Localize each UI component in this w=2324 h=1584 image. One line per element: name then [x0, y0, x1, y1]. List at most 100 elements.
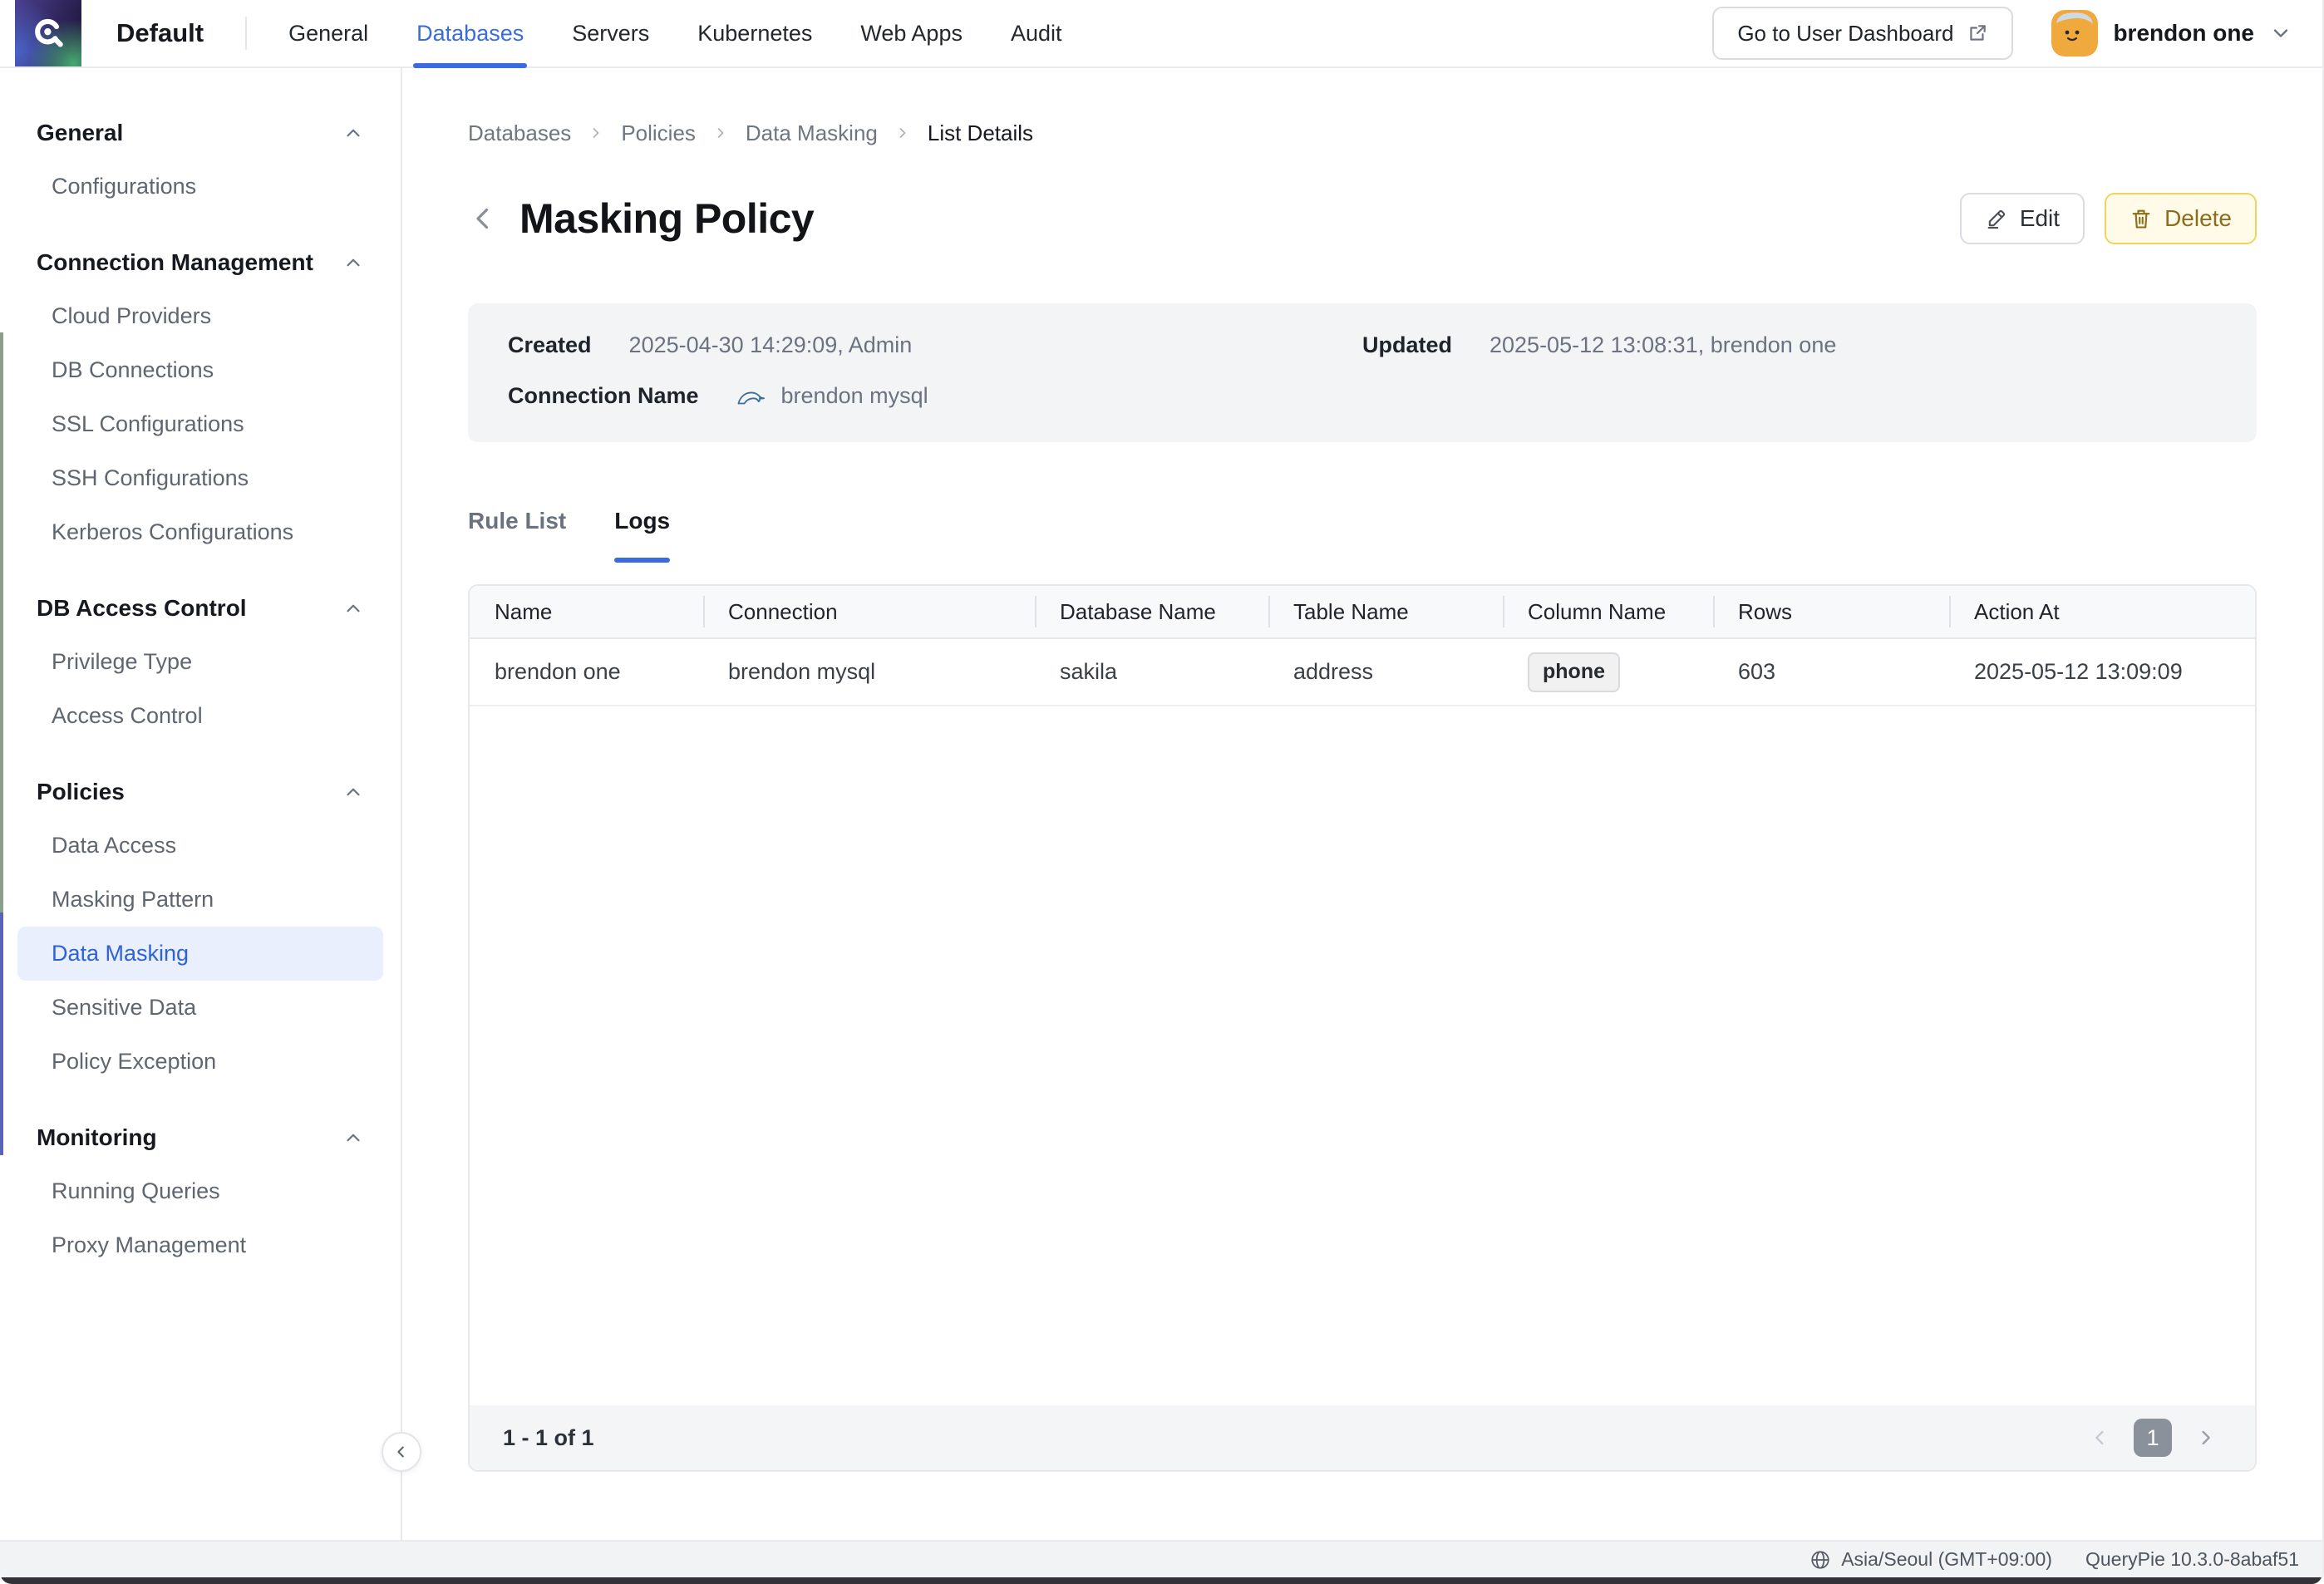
sidebar-item-running-queries[interactable]: Running Queries [0, 1164, 401, 1218]
logs-table-header: Name Connection Database Name Table Name… [470, 586, 2255, 639]
sidebar-item-access-control[interactable]: Access Control [0, 689, 401, 743]
column-header-database-name[interactable]: Database Name [1035, 586, 1268, 637]
pagination-summary: 1 - 1 of 1 [503, 1425, 594, 1451]
sidebar-header-monitoring[interactable]: Monitoring [0, 1110, 401, 1164]
column-header-connection[interactable]: Connection [703, 586, 1035, 637]
cell-name: brendon one [470, 639, 703, 705]
sidebar-item-kerberos-configurations[interactable]: Kerberos Configurations [0, 505, 401, 559]
globe-icon [1809, 1549, 1831, 1571]
pagination-prev-button[interactable] [2084, 1421, 2117, 1454]
page-title: Masking Policy [519, 194, 814, 243]
tab-logs[interactable]: Logs [614, 501, 670, 563]
top-bar: Default General Databases Servers Kubern… [0, 0, 2322, 68]
back-button[interactable] [468, 204, 498, 234]
sidebar-item-cloud-providers[interactable]: Cloud Providers [0, 289, 401, 343]
updated-field: Updated 2025-05-12 13:08:31, brendon one [1362, 332, 2217, 358]
window-bottom-edge [0, 1577, 2322, 1584]
cell-rows: 603 [1713, 639, 1949, 705]
sidebar-item-proxy-management[interactable]: Proxy Management [0, 1218, 401, 1272]
sidebar-collapse-button[interactable] [382, 1432, 421, 1472]
go-to-user-dashboard-button[interactable]: Go to User Dashboard [1712, 7, 2013, 60]
column-header-name[interactable]: Name [470, 586, 703, 637]
chevron-up-icon [342, 598, 364, 619]
sidebar-item-db-connections[interactable]: DB Connections [0, 343, 401, 397]
pager: 1 [2084, 1419, 2222, 1457]
sidebar-header-label: Monitoring [37, 1124, 157, 1151]
top-nav-general[interactable]: General [288, 0, 368, 66]
column-header-table-name[interactable]: Table Name [1268, 586, 1503, 637]
mysql-dolphin-icon [736, 383, 768, 408]
connection-name-value: brendon mysql [736, 383, 928, 409]
sidebar-item-ssh-configurations[interactable]: SSH Configurations [0, 451, 401, 505]
connection-name-label: Connection Name [508, 383, 699, 409]
chevron-right-icon [2194, 1426, 2217, 1449]
content: Databases Policies Data Masking List Det… [402, 68, 2322, 1540]
sidebar-item-privilege-type[interactable]: Privilege Type [0, 635, 401, 689]
version-status: QueryPie 10.3.0-8abaf51 [2085, 1548, 2299, 1571]
top-nav-web-apps[interactable]: Web Apps [860, 0, 963, 66]
sidebar-header-label: Connection Management [37, 249, 313, 276]
sidebar-item-sensitive-data[interactable]: Sensitive Data [0, 981, 401, 1035]
top-nav-servers[interactable]: Servers [572, 0, 649, 66]
topbar-divider [245, 17, 247, 50]
sidebar-item-ssl-configurations[interactable]: SSL Configurations [0, 397, 401, 451]
timezone-text: Asia/Seoul (GMT+09:00) [1841, 1548, 2052, 1571]
sidebar-header-db-access-control[interactable]: DB Access Control [0, 581, 401, 635]
edit-button[interactable]: Edit [1960, 193, 2085, 244]
cell-action-at: 2025-05-12 13:09:09 [1949, 639, 2255, 705]
detail-info-panel: Created 2025-04-30 14:29:09, Admin Updat… [468, 303, 2257, 442]
top-nav: General Databases Servers Kubernetes Web… [288, 0, 1061, 66]
querypie-logo[interactable] [15, 0, 81, 66]
detail-tabs: Rule List Logs [468, 501, 2257, 563]
connection-name-text: brendon mysql [781, 383, 928, 409]
delete-button[interactable]: Delete [2105, 193, 2257, 244]
cell-table-name: address [1268, 639, 1503, 705]
chevron-right-icon [894, 125, 911, 141]
querypie-admin-app: Default General Databases Servers Kubern… [0, 0, 2324, 1584]
breadcrumb-databases[interactable]: Databases [468, 121, 571, 146]
column-header-action-at[interactable]: Action At [1949, 586, 2255, 637]
top-nav-audit[interactable]: Audit [1011, 0, 1062, 66]
external-link-icon [1967, 22, 1988, 44]
table-pagination-bar: 1 - 1 of 1 1 [470, 1405, 2255, 1470]
top-nav-databases[interactable]: Databases [416, 0, 524, 66]
created-field: Created 2025-04-30 14:29:09, Admin [508, 332, 1362, 358]
dashboard-button-label: Go to User Dashboard [1737, 21, 1953, 47]
chevron-up-icon [342, 122, 364, 144]
sidebar-section-connection-management: Connection Management Cloud Providers DB… [0, 235, 401, 559]
sidebar-header-policies[interactable]: Policies [0, 765, 401, 819]
top-nav-kubernetes[interactable]: Kubernetes [697, 0, 812, 66]
column-header-rows[interactable]: Rows [1713, 586, 1949, 637]
breadcrumb-data-masking[interactable]: Data Masking [746, 121, 878, 146]
table-empty-area [470, 706, 2255, 1405]
cell-connection: brendon mysql [703, 639, 1035, 705]
user-name: brendon one [2113, 20, 2254, 47]
chevron-down-icon [2269, 22, 2292, 45]
title-actions: Edit Delete [1960, 193, 2257, 244]
querypie-logo-icon [30, 15, 66, 52]
status-bar: Asia/Seoul (GMT+09:00) QueryPie 10.3.0-8… [0, 1540, 2322, 1577]
tab-rule-list[interactable]: Rule List [468, 501, 566, 563]
column-header-column-name[interactable]: Column Name [1503, 586, 1713, 637]
sidebar-item-masking-pattern[interactable]: Masking Pattern [0, 873, 401, 927]
chevron-up-icon [342, 252, 364, 273]
pagination-page-1[interactable]: 1 [2134, 1419, 2172, 1457]
sidebar-item-policy-exception[interactable]: Policy Exception [0, 1035, 401, 1089]
version-text: QueryPie 10.3.0-8abaf51 [2085, 1548, 2299, 1571]
breadcrumb-policies[interactable]: Policies [621, 121, 696, 146]
sidebar-item-data-masking[interactable]: Data Masking [17, 927, 383, 981]
window-edge-green [0, 332, 3, 913]
sidebar-header-label: Policies [37, 779, 125, 805]
cell-column-name: phone [1503, 639, 1713, 705]
sidebar-item-data-access[interactable]: Data Access [0, 819, 401, 873]
sidebar-section-db-access-control: DB Access Control Privilege Type Access … [0, 581, 401, 743]
user-menu[interactable]: brendon one [2051, 10, 2292, 57]
sidebar-header-general[interactable]: General [0, 106, 401, 160]
sidebar: General Configurations Connection Manage… [0, 68, 402, 1540]
table-row[interactable]: brendon one brendon mysql sakila address… [470, 639, 2255, 706]
sidebar-item-configurations[interactable]: Configurations [0, 160, 401, 214]
sidebar-header-connection-management[interactable]: Connection Management [0, 235, 401, 289]
title-row: Masking Policy Edit Delete [468, 192, 2257, 245]
sidebar-header-label: General [37, 120, 123, 146]
pagination-next-button[interactable] [2189, 1421, 2222, 1454]
